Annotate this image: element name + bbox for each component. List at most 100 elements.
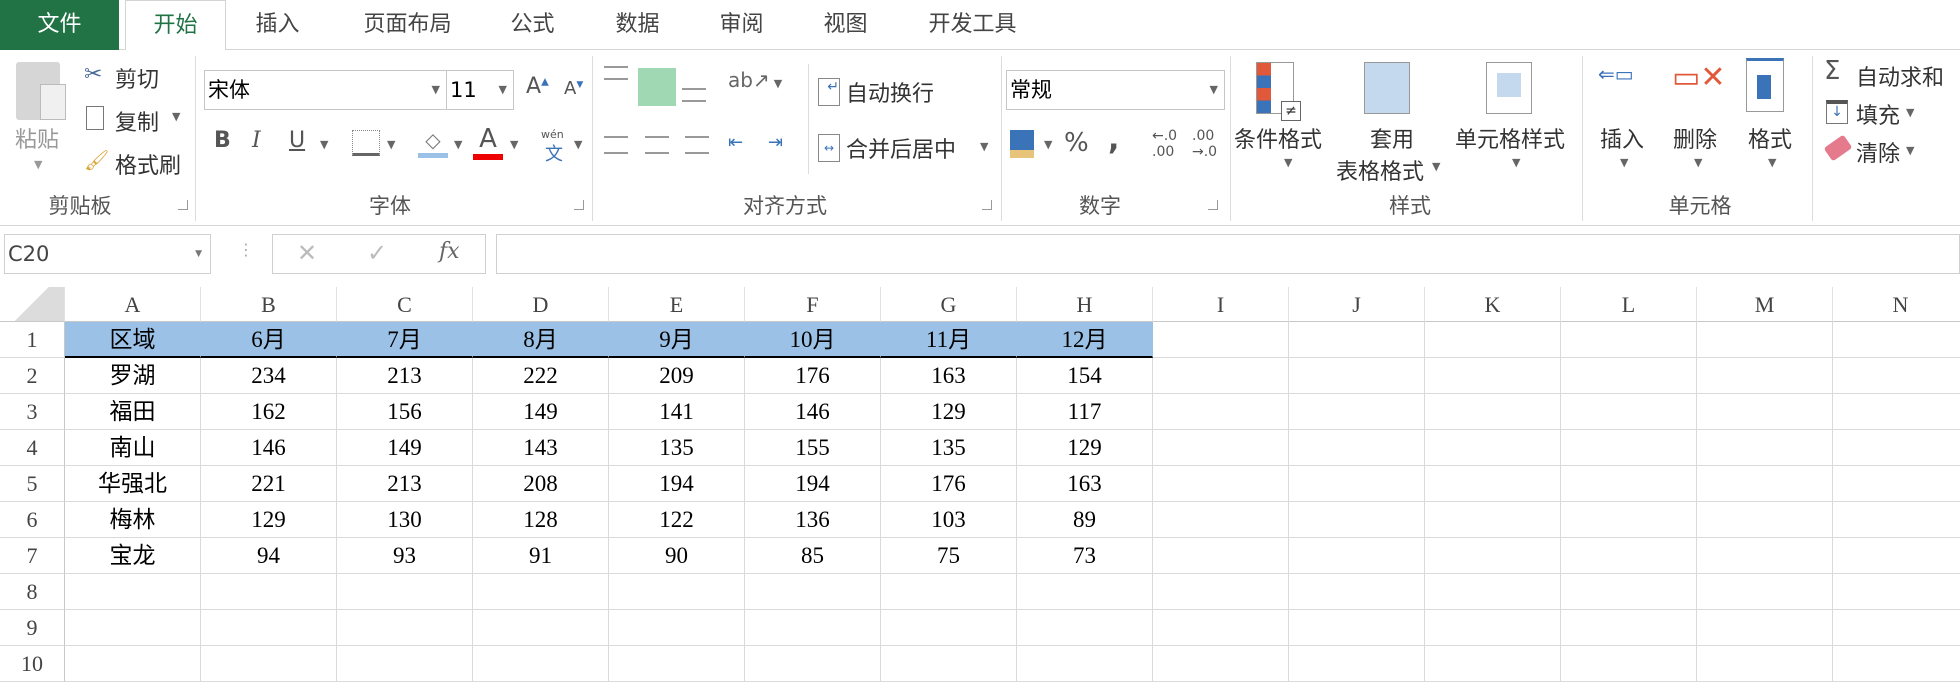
table-cell[interactable] — [1289, 610, 1425, 646]
font-size-select[interactable]: 11 ▼ — [446, 70, 514, 110]
table-cell[interactable] — [1017, 574, 1153, 610]
row-header[interactable]: 3 — [0, 394, 65, 430]
table-cell[interactable]: 222 — [473, 358, 609, 394]
merge-center-button[interactable]: 合并后居中 — [846, 132, 956, 164]
table-cell[interactable]: 163 — [881, 358, 1017, 394]
table-cell[interactable] — [1833, 502, 1960, 538]
column-header[interactable]: N — [1833, 287, 1960, 322]
table-cell[interactable]: 128 — [473, 502, 609, 538]
table-cell[interactable]: 135 — [881, 430, 1017, 466]
table-cell[interactable]: 129 — [201, 502, 337, 538]
row-header[interactable]: 5 — [0, 466, 65, 502]
column-header[interactable]: B — [201, 287, 337, 322]
merge-dropdown-icon[interactable]: ▼ — [980, 140, 988, 153]
table-cell[interactable] — [1425, 538, 1561, 574]
table-cell[interactable] — [1289, 574, 1425, 610]
cancel-icon[interactable]: ✕ — [297, 239, 317, 267]
paste-icon[interactable] — [16, 62, 66, 120]
alignment-launcher-icon[interactable] — [982, 200, 992, 210]
borders-dropdown-icon[interactable]: ▼ — [387, 138, 395, 151]
copy-dropdown-icon[interactable]: ▼ — [172, 110, 180, 123]
paste-dropdown-icon[interactable]: ▼ — [34, 158, 42, 171]
table-cell[interactable] — [65, 610, 201, 646]
table-cell[interactable] — [1289, 430, 1425, 466]
insert-function-icon[interactable]: fx — [439, 239, 460, 264]
table-cell[interactable]: 141 — [609, 394, 745, 430]
table-cell[interactable] — [1561, 358, 1697, 394]
enter-icon[interactable]: ✓ — [367, 239, 387, 267]
percent-button[interactable]: % — [1064, 128, 1089, 158]
font-launcher-icon[interactable] — [574, 200, 584, 210]
table-cell[interactable] — [65, 646, 201, 682]
tab-formulas[interactable]: 公式 — [505, 0, 560, 50]
table-cell[interactable] — [1153, 394, 1289, 430]
table-cell[interactable] — [473, 610, 609, 646]
table-cell[interactable] — [1425, 502, 1561, 538]
table-cell[interactable]: 176 — [881, 466, 1017, 502]
table-cell[interactable]: 136 — [745, 502, 881, 538]
table-cell[interactable]: 117 — [1017, 394, 1153, 430]
table-cell[interactable] — [1153, 430, 1289, 466]
table-cell[interactable]: 94 — [201, 538, 337, 574]
table-cell[interactable] — [1833, 574, 1960, 610]
table-cell[interactable]: 156 — [337, 394, 473, 430]
table-cell[interactable]: 华强北 — [65, 466, 201, 502]
table-cell[interactable] — [337, 574, 473, 610]
table-cell[interactable] — [1561, 466, 1697, 502]
table-cell[interactable] — [1425, 394, 1561, 430]
decrease-font-size-button[interactable]: A▼ — [564, 78, 583, 99]
table-cell[interactable]: 南山 — [65, 430, 201, 466]
table-cell[interactable] — [609, 646, 745, 682]
table-cell[interactable] — [1425, 430, 1561, 466]
column-header[interactable]: L — [1561, 287, 1697, 322]
table-cell[interactable] — [1697, 502, 1833, 538]
increase-decimal-button[interactable]: ←.0 .00 — [1152, 128, 1182, 160]
table-cell[interactable] — [745, 646, 881, 682]
name-box[interactable]: C20 ▼ — [4, 234, 211, 274]
underline-dropdown-icon[interactable]: ▼ — [320, 138, 328, 151]
table-cell[interactable] — [1561, 502, 1697, 538]
table-cell[interactable] — [1153, 574, 1289, 610]
table-cell[interactable] — [337, 646, 473, 682]
table-cell[interactable] — [1425, 322, 1561, 358]
table-cell[interactable] — [1017, 646, 1153, 682]
table-cell[interactable] — [1697, 466, 1833, 502]
table-cell[interactable] — [1289, 502, 1425, 538]
table-cell[interactable] — [1289, 538, 1425, 574]
table-cell[interactable] — [1153, 358, 1289, 394]
table-cell[interactable] — [1017, 610, 1153, 646]
delete-dropdown-icon[interactable]: ▼ — [1694, 156, 1702, 169]
table-cell[interactable] — [1833, 430, 1960, 466]
tab-view[interactable]: 视图 — [818, 0, 873, 50]
delete-cells-button[interactable]: 删除 — [1673, 122, 1717, 154]
column-header[interactable]: F — [745, 287, 881, 322]
table-cell[interactable]: 75 — [881, 538, 1017, 574]
table-cell[interactable] — [881, 574, 1017, 610]
increase-font-size-button[interactable]: A▲ — [526, 74, 549, 99]
increase-indent-icon[interactable]: ⇥ — [768, 132, 783, 153]
select-all-corner[interactable] — [0, 287, 65, 322]
table-format-dropdown-icon[interactable]: ▼ — [1432, 160, 1440, 173]
table-cell[interactable]: 宝龙 — [65, 538, 201, 574]
table-cell[interactable] — [1289, 358, 1425, 394]
table-cell[interactable] — [1833, 322, 1960, 358]
font-name-select[interactable]: 宋体 ▼ — [204, 70, 447, 110]
row-header[interactable]: 10 — [0, 646, 65, 682]
table-cell[interactable]: 155 — [745, 430, 881, 466]
table-cell[interactable]: 135 — [609, 430, 745, 466]
align-top-icon[interactable] — [604, 66, 628, 80]
cell-styles-dropdown-icon[interactable]: ▼ — [1512, 156, 1520, 169]
table-cell[interactable]: 154 — [1017, 358, 1153, 394]
row-header[interactable]: 6 — [0, 502, 65, 538]
table-cell[interactable] — [1833, 646, 1960, 682]
align-center-icon[interactable] — [645, 136, 669, 154]
bold-button[interactable]: B — [214, 128, 231, 153]
align-bottom-icon[interactable] — [682, 88, 706, 102]
table-cell[interactable] — [1561, 538, 1697, 574]
table-cell[interactable] — [1425, 610, 1561, 646]
table-cell[interactable] — [1833, 538, 1960, 574]
table-cell[interactable]: 213 — [337, 466, 473, 502]
table-cell[interactable] — [1561, 430, 1697, 466]
fill-dropdown-icon[interactable]: ▼ — [1906, 106, 1914, 119]
table-cell[interactable]: 91 — [473, 538, 609, 574]
